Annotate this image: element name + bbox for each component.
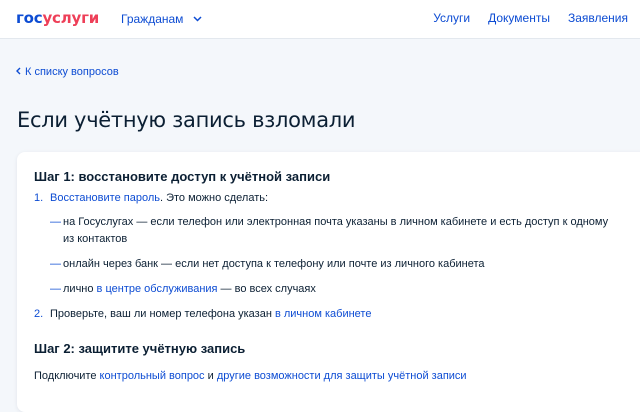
back-to-questions-link[interactable]: К списку вопросов (16, 65, 119, 79)
security-question-link[interactable]: контрольный вопрос (100, 370, 205, 382)
nav-link-documents[interactable]: Документы (488, 11, 550, 25)
page-title: Если учётную запись взломали (17, 108, 356, 132)
instructions-card: Шаг 1: восстановите доступ к учётной зап… (17, 152, 640, 412)
top-header: госуслуги Гражданам Услуги Документы Заявл… (0, 0, 640, 39)
bullet1-line1: на Госуслугах — если телефон или электро… (63, 216, 609, 228)
nav-link-services[interactable]: Услуги (433, 11, 470, 25)
bullet-dash-icon: — (50, 283, 61, 295)
restore-password-link[interactable]: Восстановите пароль (50, 192, 160, 204)
citizens-menu-label: Гражданам (121, 12, 184, 26)
step1-item2: 2. Проверьте, ваш ли номер телефона указа… (34, 306, 371, 323)
step1-item1-number: 1. (34, 192, 44, 204)
citizens-menu[interactable]: Гражданам (121, 11, 202, 26)
bullet3: лично в центре обслуживания — во всех сл… (63, 281, 316, 298)
bullet1-line2: из контактов (63, 233, 128, 245)
logo-part-gos: гос (16, 9, 43, 27)
bullet-dash-icon: — (50, 258, 61, 270)
step1-item1: 1. Восстановите пароль. Это можно сделать… (34, 190, 268, 207)
step2-mid: и (204, 370, 217, 382)
step2-title: Шаг 2: защитите учётную запись (34, 341, 246, 356)
step1-item2-number: 2. (34, 308, 44, 320)
gosuslugi-logo[interactable]: госуслуги (16, 8, 99, 28)
step2-text: Подключите контрольный вопрос и другие в… (34, 368, 467, 385)
step2-pre: Подключите (34, 370, 100, 382)
other-protection-link[interactable]: другие возможности для защиты учётной за… (217, 370, 467, 382)
chevron-down-icon (193, 11, 202, 25)
personal-account-link[interactable]: в личном кабинете (275, 308, 371, 320)
bullet3-post: — во всех случаях (217, 283, 316, 295)
logo-part-uslugi: услуги (42, 9, 100, 27)
chevron-left-icon (16, 65, 21, 79)
nav-link-applications[interactable]: Заявления (568, 11, 628, 25)
back-link-label: К списку вопросов (25, 66, 119, 78)
top-nav-links: Услуги Документы Заявления (415, 11, 628, 25)
bullet3-pre: лично (63, 283, 97, 295)
step1-item1-text: . Это можно сделать: (159, 192, 269, 204)
bullet2-text: онлайн через банк — если нет доступа к т… (63, 258, 485, 270)
service-center-link[interactable]: в центре обслуживания (97, 283, 218, 295)
step1-title: Шаг 1: восстановите доступ к учётной зап… (34, 169, 331, 184)
bullet-dash-icon: — (50, 216, 61, 228)
step1-item2-text: Проверьте, ваш ли номер телефона указан (50, 308, 275, 320)
